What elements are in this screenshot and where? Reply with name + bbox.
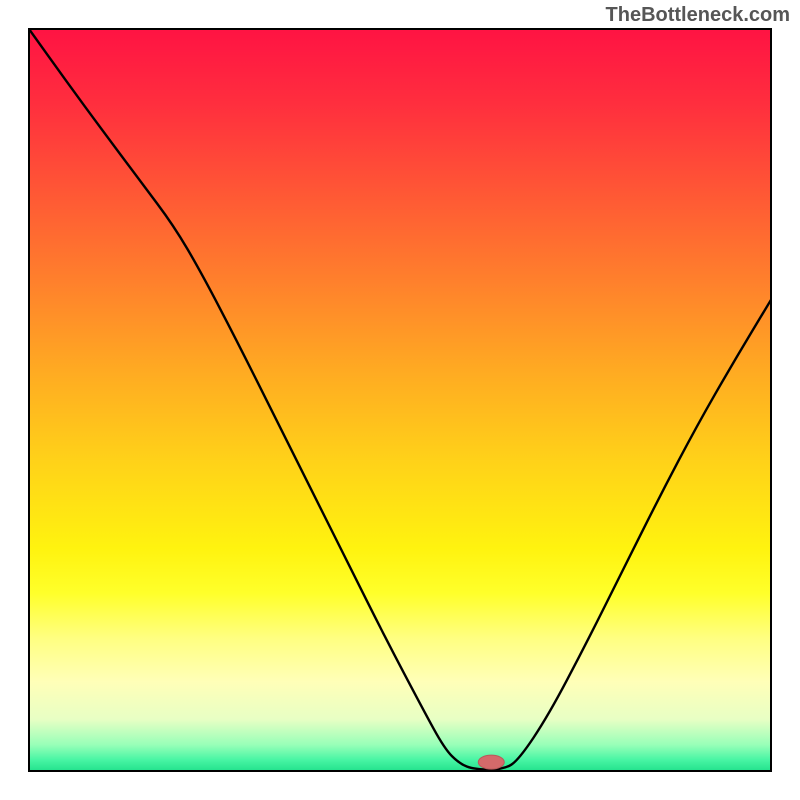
optimal-marker — [478, 755, 504, 769]
plot-background — [29, 29, 771, 771]
chart-container: TheBottleneck.com — [0, 0, 800, 800]
attribution-label: TheBottleneck.com — [606, 4, 790, 27]
bottleneck-chart — [0, 0, 800, 800]
